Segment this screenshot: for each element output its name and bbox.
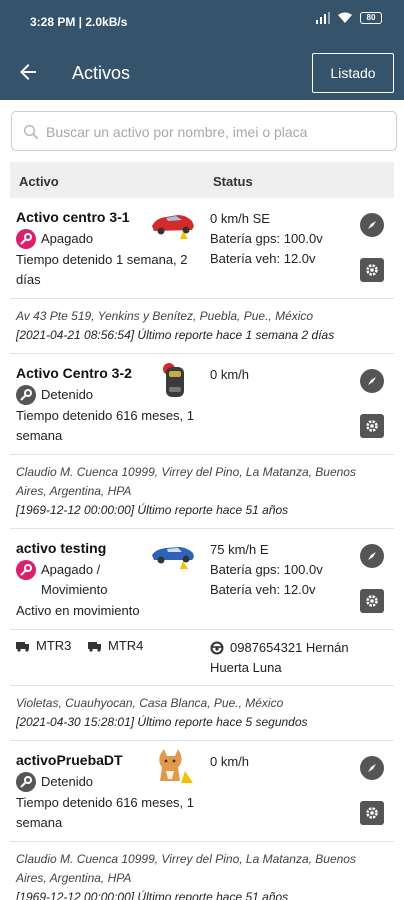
asset-last-report: [2021-04-21 08:56:54] Último reporte hac… [16,328,335,342]
compass-icon[interactable] [360,544,384,568]
asset-card[interactable]: activo testing Apagado / Movimiento Acti… [10,529,394,741]
page-title: Activos [72,63,131,83]
asset-status: 0 km/h [210,752,249,772]
asset-name: Activo centro 3-1 [16,209,130,225]
asset-address-block: Av 43 Pte 519, Yenkins y Benítez, Puebla… [10,298,394,353]
signal-icon [316,12,330,24]
asset-description: Tiempo detenido 616 meses, 1 semana [16,795,195,830]
truck-icon [16,641,29,652]
asset-state-label: Detenido [41,387,94,402]
asset-extra-info: MTR3 MTR4 0987654321 Hernán Huerta Luna [10,629,394,685]
speed-text: 0 km/h [210,754,250,769]
asset-address: Violetas, Cuauhyocan, Casa Blanca, Pue.,… [16,696,284,710]
system-icons: 80 [316,12,382,24]
asset-address-block: Claudio M. Cuenca 10999, Virrey del Pino… [10,454,394,528]
ignition-key-icon [16,385,36,405]
listado-button[interactable]: Listado [312,53,394,93]
ignition-key-icon [16,229,36,249]
driver-label: 0987654321 Hernán Huerta Luna [210,640,349,675]
tag-mtr4: MTR4 [88,638,143,653]
asset-status: 0 km/h SE Batería gps: 100.0v Batería ve… [210,209,323,269]
asset-list: Activo centro 3-1 Apagado Tiempo detenid… [10,198,394,900]
back-arrow-icon[interactable] [16,60,40,84]
asset-address: Av 43 Pte 519, Yenkins y Benítez, Puebla… [16,309,314,323]
asset-address: Claudio M. Cuenca 10999, Virrey del Pino… [16,852,356,885]
asset-address-block: Claudio M. Cuenca 10999, Virrey del Pino… [10,841,394,900]
ignition-key-icon [16,772,36,792]
vehicle-battery-text: Batería veh: 12.0v [210,582,316,597]
steering-wheel-icon [210,641,224,655]
tag-mtr3: MTR3 [16,638,71,653]
asset-card[interactable]: Activo Centro 3-2 Detenido Tiempo deteni… [10,354,394,529]
gps-battery-text: Batería gps: 100.0v [210,231,323,246]
blue-car-icon [152,547,194,569]
asset-description: Tiempo detenido 1 semana, 2 días [16,252,188,287]
asset-name: Activo Centro 3-2 [16,365,132,381]
asset-description: Activo en movimiento [16,603,140,618]
gear-icon[interactable] [360,589,384,613]
asset-status: 75 km/h E Batería gps: 100.0v Batería ve… [210,540,323,600]
asset-last-report: [1969-12-12 00:00:00] Último reporte hac… [16,503,289,517]
gps-battery-text: Batería gps: 100.0v [210,562,323,577]
asset-state-label: Apagado [41,231,94,246]
speed-text: 75 km/h E [210,542,269,557]
app-bar: Activos Listado [0,44,404,100]
asset-state: Detenido [16,385,93,405]
asset-name: activoPruebaDT [16,752,123,768]
battery-icon: 80 [360,12,382,24]
compass-icon[interactable] [360,369,384,393]
ignition-key-icon [16,560,36,580]
asset-name: activo testing [16,540,107,556]
compass-icon[interactable] [360,213,384,237]
asset-address: Claudio M. Cuenca 10999, Virrey del Pino… [16,465,356,498]
column-header-status: Status [213,174,253,189]
gear-icon[interactable] [360,258,384,282]
vehicle-battery-text: Batería veh: 12.0v [210,251,316,266]
asset-status: 0 km/h [210,365,249,385]
compass-icon[interactable] [360,756,384,780]
table-header: Activo Status [10,162,394,198]
asset-last-report: [1969-12-12 00:00:00] Último reporte hac… [16,890,289,900]
top-view-car-icon [163,363,184,397]
asset-state-label: Apagado / Movimiento [41,562,108,597]
driver-info: 0987654321 Hernán Huerta Luna [210,638,390,678]
asset-description: Tiempo detenido 616 meses, 1 semana [16,408,195,443]
wifi-icon [338,12,352,23]
truck-icon [88,641,101,652]
asset-address-block: Violetas, Cuauhyocan, Casa Blanca, Pue.,… [10,685,394,740]
asset-card[interactable]: activoPruebaDT Detenido Tiempo detenido … [10,741,394,900]
speed-text: 0 km/h [210,367,250,382]
system-status-bar: 3:28 PM | 2.0kB/s 80 [0,0,404,44]
gear-icon[interactable] [360,801,384,825]
asset-state-label: Detenido [41,774,94,789]
speed-text: 0 km/h SE [210,211,270,226]
asset-last-report: [2021-04-30 15:28:01] Último reporte hac… [16,715,308,729]
column-header-activo: Activo [19,174,59,189]
red-car-icon [152,215,194,239]
asset-state: Apagado / Movimiento [16,560,131,600]
search-input[interactable] [46,121,386,143]
tag-label: MTR3 [36,638,72,653]
cat-icon [159,749,193,783]
search-icon [23,124,39,140]
asset-state: Detenido [16,772,93,792]
search-box[interactable] [11,111,397,151]
asset-state: Apagado [16,229,93,249]
tag-label: MTR4 [108,638,144,653]
asset-card[interactable]: Activo centro 3-1 Apagado Tiempo detenid… [10,198,394,354]
gear-icon[interactable] [360,414,384,438]
status-time: 3:28 PM | 2.0kB/s [30,15,128,29]
